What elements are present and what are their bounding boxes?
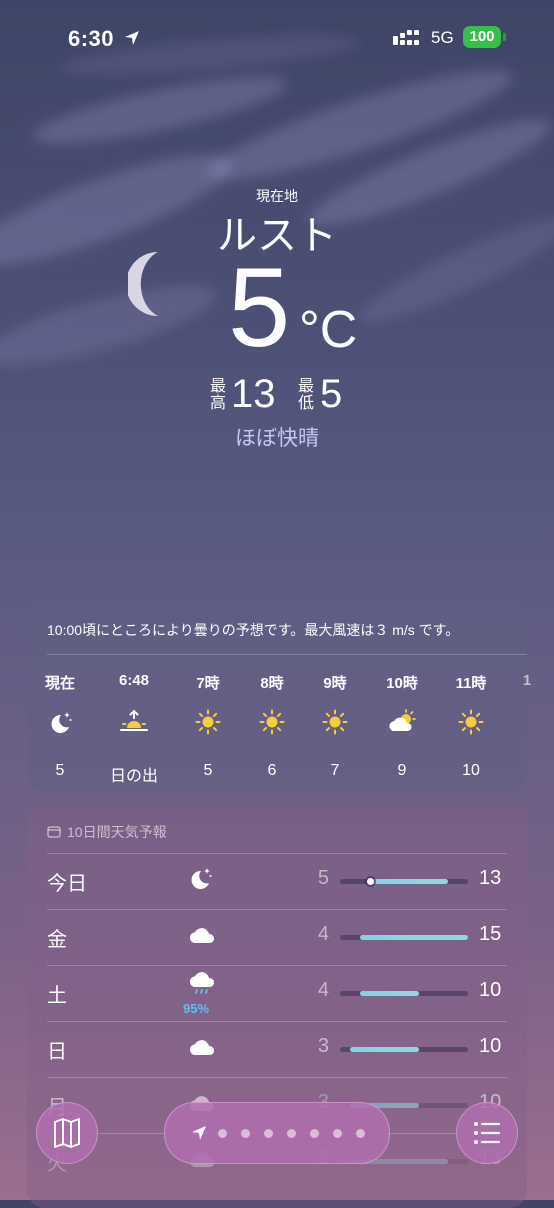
high-temp: 10 (479, 979, 502, 1001)
current-temp-marker (366, 878, 374, 885)
hourly-value: 5 (55, 762, 65, 779)
daily-title: 10日間天気予報 (67, 824, 167, 840)
page-indicator[interactable] (164, 1102, 390, 1164)
battery-cap (503, 33, 506, 41)
hourly-time: 10時 (386, 675, 418, 692)
temp-range-fill (369, 879, 449, 884)
hourly-value: 9 (397, 762, 407, 779)
precip-chance: 95% (183, 1001, 210, 1016)
map-icon (54, 1118, 80, 1148)
sunrise-icon (119, 709, 148, 735)
high-temp: 13 (231, 372, 276, 416)
hourly-time: 1 (522, 672, 532, 689)
page-dot[interactable] (287, 1129, 296, 1138)
daily-row[interactable]: 金 4 15 (27, 909, 527, 965)
status-bar: 6:30 5G 100 (0, 22, 554, 54)
cloud-icon (187, 921, 217, 951)
list-button[interactable] (456, 1102, 518, 1164)
day-name: 金 (47, 929, 67, 951)
sun-icon (458, 709, 484, 735)
page-dot[interactable] (241, 1129, 250, 1138)
low-label: 最低 (298, 378, 315, 412)
current-temperature: 5 (228, 245, 291, 370)
daily-row[interactable]: 日 3 10 (27, 1021, 527, 1077)
sun-icon (195, 709, 221, 735)
hourly-time: 8時 (260, 675, 284, 692)
page-dot[interactable] (310, 1129, 319, 1138)
battery-indicator: 100 (463, 26, 501, 48)
hourly-value: 10 (462, 762, 480, 779)
cloud-icon (187, 1033, 217, 1063)
high-label: 最高 (210, 378, 227, 412)
daily-row[interactable]: 今日 5 13 (27, 853, 527, 909)
high-temp: 15 (479, 923, 502, 945)
low-temp: 3 (317, 1035, 329, 1057)
temp-range-bar (340, 935, 468, 940)
hourly-value: 6 (267, 762, 277, 779)
temp-range-bar (340, 1047, 468, 1052)
location-arrow-icon (125, 31, 139, 45)
divider (47, 654, 527, 655)
high-temp: 10 (479, 1035, 502, 1057)
low-temp: 5 (317, 867, 329, 889)
page-dot[interactable] (333, 1129, 342, 1138)
daily-header: 10日間天気予報 (47, 822, 167, 842)
day-name: 今日 (47, 873, 87, 895)
temperature-unit: °C (299, 301, 358, 359)
low-temp: 5 (320, 372, 343, 416)
moon-stars-icon (187, 865, 217, 895)
sun-icon (322, 709, 348, 735)
hourly-time: 6:48 (118, 672, 150, 689)
hourly-time: 9時 (323, 675, 347, 692)
signal-icon (393, 30, 421, 45)
temp-range-fill (359, 935, 468, 940)
sun-icon (259, 709, 285, 735)
temp-range-bar (340, 991, 468, 996)
day-name: 土 (47, 985, 67, 1007)
partly-cloudy-icon (387, 709, 416, 735)
moon-stars-icon (47, 709, 73, 735)
calendar-icon (47, 826, 61, 838)
hourly-value: 日の出 (109, 768, 158, 785)
temp-range-bar (340, 878, 468, 885)
list-icon (474, 1122, 501, 1144)
hourly-value: 7 (330, 762, 340, 779)
temp-range-fill (349, 1047, 419, 1052)
condition-text: ほぼ快晴 (235, 427, 319, 450)
low-temp: 4 (317, 923, 329, 945)
network-type: 5G (431, 28, 454, 47)
hourly-summary: 10:00頃にところにより曇りの予想です。最大風速は３ m/s です。 (47, 622, 460, 638)
low-temp: 4 (317, 979, 329, 1001)
location-arrow-icon (192, 1126, 206, 1140)
page-dot[interactable] (218, 1129, 227, 1138)
high-temp: 13 (479, 867, 502, 889)
rain-cloud-icon (187, 971, 217, 1001)
temp-range-fill (359, 991, 419, 996)
hourly-forecast-card[interactable]: 10:00頃にところにより曇りの予想です。最大風速は３ m/s です。 現在 5 6… (27, 604, 531, 792)
day-name: 日 (47, 1041, 67, 1063)
map-button[interactable] (36, 1102, 98, 1164)
hourly-time: 現在 (44, 675, 75, 692)
daily-row[interactable]: 土 95% 4 10 (27, 965, 527, 1021)
hourly-value: 5 (203, 762, 213, 779)
hourly-time: 7時 (196, 675, 220, 692)
page-dot[interactable] (356, 1129, 365, 1138)
page-dot[interactable] (264, 1129, 273, 1138)
status-time: 6:30 (68, 26, 115, 51)
